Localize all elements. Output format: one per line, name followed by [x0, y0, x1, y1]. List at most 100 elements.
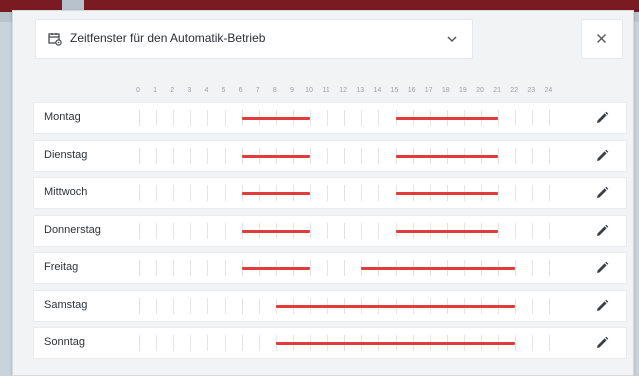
hour-label: 6: [238, 87, 243, 94]
hour-tick: [207, 147, 209, 164]
hour-tick: [173, 222, 175, 239]
hour-tick: [156, 110, 158, 126]
calendar-settings-icon: [48, 33, 62, 46]
time-window-bar[interactable]: [241, 117, 310, 120]
hour-tick: [532, 222, 534, 239]
day-row: Mittwoch: [33, 177, 627, 209]
pencil-icon: [597, 261, 609, 273]
hour-label: 21: [493, 87, 501, 94]
time-window-bar[interactable]: [361, 267, 516, 270]
hour-tick: [139, 147, 140, 164]
hour-label: 20: [476, 87, 484, 94]
hour-tick: [173, 185, 175, 201]
time-window-bar[interactable]: [275, 342, 516, 345]
schedule-select-label: Zeitfenster für den Automatik-Betrieb: [70, 31, 266, 45]
hour-tick: [378, 222, 380, 239]
hour-tick: [515, 222, 517, 239]
pencil-icon: [597, 336, 609, 348]
hour-tick: [156, 260, 158, 276]
hour-tick: [515, 185, 517, 201]
hour-tick: [258, 335, 260, 351]
hour-tick: [207, 222, 209, 239]
pencil-icon: [597, 149, 609, 161]
hour-tick: [224, 335, 226, 351]
hour-tick: [327, 110, 329, 126]
edit-day-button[interactable]: [594, 298, 610, 314]
close-icon: [597, 34, 606, 43]
chevron-down-icon: [447, 36, 457, 43]
time-window-bar[interactable]: [395, 154, 499, 158]
time-window-bar[interactable]: [395, 229, 499, 233]
time-window-bar[interactable]: [241, 229, 310, 233]
hour-tick: [310, 110, 311, 126]
hour-tick: [344, 222, 346, 239]
time-window-bar[interactable]: [395, 192, 499, 195]
day-row: Sonntag: [33, 327, 627, 359]
pencil-icon: [597, 224, 609, 236]
hour-label: 23: [527, 87, 536, 94]
hour-label: 18: [441, 87, 450, 94]
hour-tick: [532, 147, 534, 164]
hour-tick: [378, 147, 380, 164]
hour-tick: [190, 222, 192, 239]
hour-tick: [190, 110, 192, 126]
time-window-bar[interactable]: [241, 192, 310, 195]
hour-tick: [361, 185, 363, 201]
edit-day-button[interactable]: [594, 223, 610, 239]
edit-day-button[interactable]: [594, 335, 610, 351]
hour-tick: [498, 110, 500, 126]
hour-tick: [173, 335, 175, 351]
hour-tick: [173, 260, 175, 276]
hour-tick: [207, 335, 209, 351]
hour-tick: [498, 185, 500, 201]
hour-label: 14: [373, 87, 382, 94]
day-row: Dienstag: [33, 139, 627, 172]
hour-tick: [207, 185, 209, 201]
day-row: Freitag: [33, 252, 627, 284]
edit-day-button[interactable]: [594, 148, 610, 164]
hour-tick: [139, 335, 140, 351]
time-window-bar[interactable]: [275, 304, 516, 308]
hour-label: 24: [544, 87, 553, 94]
time-window-bar[interactable]: [395, 117, 499, 120]
hour-label: 11: [322, 87, 330, 94]
hour-tick: [207, 260, 209, 276]
hour-tick: [156, 222, 158, 239]
hour-tick: [310, 260, 311, 276]
hour-tick: [549, 297, 551, 314]
hour-label: 10: [305, 87, 313, 94]
hour-tick: [549, 335, 551, 351]
hour-tick: [139, 222, 140, 239]
edit-day-button[interactable]: [594, 185, 610, 201]
hour-tick: [241, 335, 243, 351]
time-window-bar[interactable]: [241, 267, 310, 270]
edit-day-button[interactable]: [594, 260, 610, 276]
hour-tick: [190, 260, 192, 276]
hour-label: 0: [136, 87, 140, 94]
hour-label: 7: [255, 87, 260, 94]
hour-tick: [327, 260, 329, 276]
hour-label: 8: [272, 87, 277, 94]
hour-tick: [310, 147, 311, 164]
hour-label: 3: [187, 87, 192, 94]
hour-tick: [361, 222, 363, 239]
hour-tick: [361, 110, 363, 126]
hour-tick: [224, 297, 226, 314]
hour-tick: [327, 185, 329, 201]
time-window-bar[interactable]: [241, 154, 310, 158]
hour-tick: [549, 185, 551, 201]
hour-tick: [549, 110, 551, 126]
day-label: Dienstag: [44, 148, 88, 161]
hour-label: 12: [339, 87, 348, 94]
hour-tick: [532, 185, 534, 201]
close-button[interactable]: [581, 19, 623, 59]
hour-tick: [139, 260, 140, 276]
hour-tick: [532, 260, 534, 276]
day-label: Mittwoch: [44, 186, 88, 198]
hour-tick: [344, 260, 346, 276]
edit-day-button[interactable]: [594, 110, 610, 126]
hour-tick: [190, 297, 192, 314]
schedule-select[interactable]: Zeitfenster für den Automatik-Betrieb: [35, 19, 473, 59]
hour-tick: [173, 110, 175, 126]
hour-tick: [310, 222, 311, 239]
